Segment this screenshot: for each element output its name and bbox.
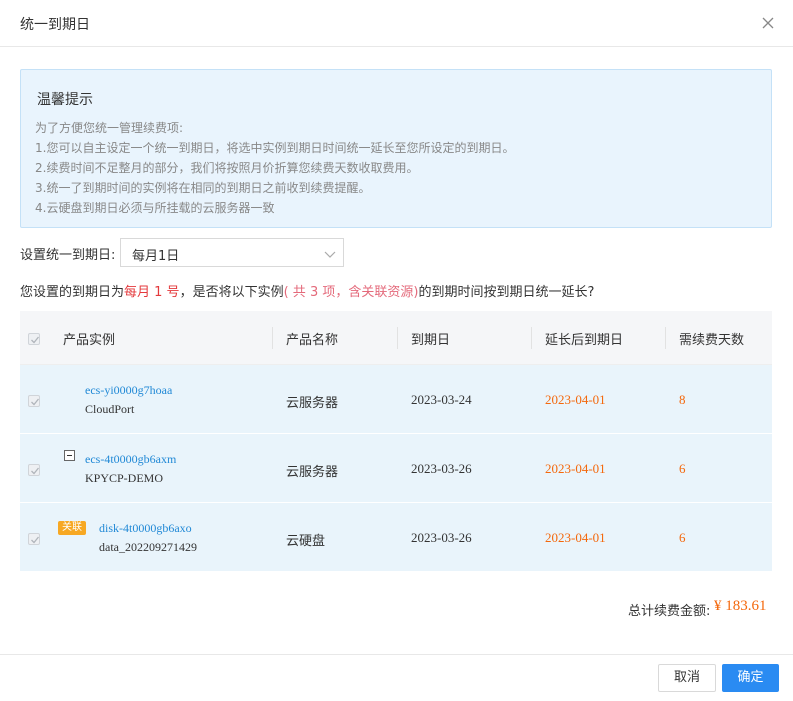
expire-day-label: 设置统一到期日: (20, 248, 116, 263)
renew-days: 6 (679, 461, 686, 476)
expire-date: 2023-03-24 (411, 392, 472, 407)
confirm-button[interactable]: 确定 (722, 664, 779, 692)
col-divider (272, 327, 273, 349)
col-divider (397, 327, 398, 349)
instance-name: data_202209271429 (99, 540, 197, 554)
confirm-notice: 您设置的到期日为每月 1 号，是否将以下实例( 共 3 项，含关联资源)的到期时… (20, 281, 594, 300)
select-all-checkbox[interactable] (28, 333, 40, 345)
tips-line: 4.云硬盘到期日必须与所挂载的云服务器一致 (35, 201, 275, 215)
instance-id-link[interactable]: ecs-4t0000gb6axm (85, 452, 176, 467)
related-badge: 关联 (58, 521, 86, 535)
notice-unit: 项， (322, 285, 349, 300)
renew-days: 6 (679, 530, 686, 545)
footer-divider (0, 654, 793, 655)
row-checkbox[interactable] (28, 464, 40, 476)
notice-paren: ( 共 (283, 285, 306, 300)
notice-text: 您设置的到期日为 (20, 285, 125, 300)
close-icon[interactable] (760, 15, 776, 31)
instance-id-link[interactable]: ecs-yi0000g7hoaa (85, 383, 172, 398)
notice-text: ，是否将以下实例 (179, 285, 284, 300)
product-name: 云服务器 (286, 465, 339, 480)
expire-date: 2023-03-26 (411, 461, 472, 476)
tips-line: 为了方便您统一管理续费项: (35, 121, 184, 135)
expire-day-value: 每月1日 (132, 249, 180, 264)
table-row[interactable]: ecs-4t0000gb6axm KPYCP-DEMO 云服务器 2023-03… (20, 434, 772, 503)
table-header: 产品实例 产品名称 到期日 延长后到期日 需续费天数 (20, 311, 772, 365)
tips-line: 2.续费时间不足整月的部分，我们将按照月价折算您续费天数收取费用。 (35, 161, 419, 175)
chevron-down-icon (324, 248, 336, 263)
instance-table: 产品实例 产品名称 到期日 延长后到期日 需续费天数 ecs-yi0000g7h… (20, 311, 772, 572)
dialog-header: 统一到期日 (0, 0, 793, 47)
total-amount: ¥ 183.61 (714, 598, 767, 614)
col-divider (665, 327, 666, 349)
notice-count: 3 (309, 285, 319, 300)
row-checkbox[interactable] (28, 395, 40, 407)
cancel-button[interactable]: 取消 (658, 664, 716, 692)
notice-date: 每月 1 号 (124, 285, 180, 300)
col-new-expire: 延长后到期日 (545, 333, 624, 348)
instance-name: CloudPort (85, 402, 135, 416)
col-divider (531, 327, 532, 349)
col-product: 产品名称 (286, 333, 339, 348)
tips-line: 3.统一了到期时间的实例将在相同的到期日之前收到续费提醒。 (35, 181, 371, 195)
new-expire-date: 2023-04-01 (545, 392, 606, 407)
tips-title: 温馨提示 (37, 92, 93, 108)
instance-name: KPYCP-DEMO (85, 471, 164, 485)
new-expire-date: 2023-04-01 (545, 530, 606, 545)
new-expire-date: 2023-04-01 (545, 461, 606, 476)
expire-date: 2023-03-26 (411, 530, 472, 545)
col-days: 需续费天数 (679, 333, 745, 348)
table-row[interactable]: 关联 disk-4t0000gb6axo data_202209271429 云… (20, 503, 772, 572)
row-checkbox[interactable] (28, 533, 40, 545)
col-expire: 到期日 (411, 333, 451, 348)
notice-related: 含关联资源 (348, 285, 414, 300)
collapse-icon[interactable] (64, 450, 75, 461)
col-instance: 产品实例 (63, 333, 116, 348)
table-row[interactable]: ecs-yi0000g7hoaa CloudPort 云服务器 2023-03-… (20, 365, 772, 434)
instance-id-link[interactable]: disk-4t0000gb6axo (99, 521, 192, 536)
dialog-title: 统一到期日 (20, 17, 90, 33)
tips-box: 温馨提示 为了方便您统一管理续费项: 1.您可以自主设定一个统一到期日，将选中实… (20, 69, 772, 228)
notice-text: 的到期时间按到期日统一延长? (418, 285, 595, 300)
total-label: 总计续费金额: (628, 604, 711, 619)
renew-days: 8 (679, 392, 686, 407)
product-name: 云硬盘 (286, 534, 326, 549)
tips-line: 1.您可以自主设定一个统一到期日，将选中实例到期日时间统一延长至您所设定的到期日… (35, 141, 515, 155)
product-name: 云服务器 (286, 396, 339, 411)
expire-day-select[interactable]: 每月1日 (120, 238, 344, 267)
